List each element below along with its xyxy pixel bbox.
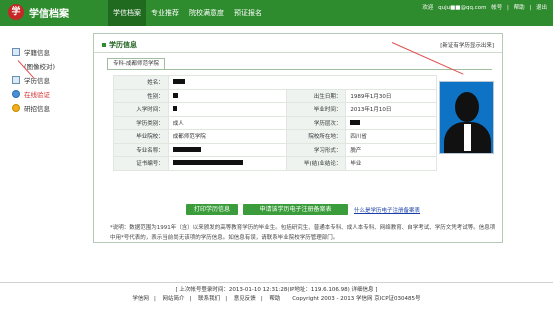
logo[interactable]: 学 学信档案	[8, 4, 69, 20]
nav-yuzheng-baoming[interactable]: 预证报名	[229, 0, 267, 26]
field-label: 出生日期：	[285, 88, 347, 103]
field-value	[167, 142, 287, 157]
sidebar-item-online-verify[interactable]: 在线验证	[12, 87, 87, 101]
field-label: 毕业时间：	[285, 102, 347, 117]
panel-title: 学历信息	[102, 40, 137, 50]
print-education-button[interactable]: 打印学历信息	[186, 204, 238, 215]
redacted-mark	[172, 146, 201, 152]
field-label: 学历层次：	[285, 115, 347, 130]
apply-registration-form-button[interactable]: 申请该学历电子注册备案表	[243, 204, 348, 215]
table-row: 证书编号： 毕(结)业结论： 毕业	[113, 156, 437, 171]
globe-icon	[12, 90, 20, 98]
sidebar-item-label: 研招信息	[24, 105, 50, 113]
username: quju■■@qq.com	[438, 5, 487, 11]
footer-divider	[0, 282, 553, 283]
footer-link-about[interactable]: 网站简介	[163, 296, 185, 302]
main-nav: 学信档案 专业推荐 院校满意度 预证报名	[108, 0, 267, 26]
redacted-mark	[350, 119, 361, 125]
sidebar-subitem-label: (图像校对)	[24, 63, 56, 71]
field-label: 专业名称：	[113, 142, 169, 157]
field-label: 性别：	[113, 88, 169, 103]
tab-divider	[107, 69, 492, 70]
field-value: 四川省	[345, 129, 437, 144]
field-label: 院校所在地：	[285, 129, 347, 144]
help-link[interactable]: 帮助	[514, 5, 525, 11]
table-row: 性别： 出生日期： 1989年1月30日	[113, 88, 437, 103]
footer-link-chsi[interactable]: 学信网	[132, 296, 149, 302]
doc-icon	[12, 76, 20, 84]
last-login-info: [ 上次帐号登录时间：2013-01-10 12:31:28(IP地址：119.…	[175, 287, 378, 293]
footer-link-help[interactable]: 帮助	[269, 296, 280, 302]
field-value: 成都师范学院	[167, 129, 287, 144]
field-label: 学历类别：	[113, 115, 169, 130]
field-value: 成人	[167, 115, 287, 130]
footer-links: 学信网 | 网站简介 | 联系我们 | 意见反馈 | 帮助 Copyright 2003…	[132, 296, 421, 302]
student-photo	[439, 81, 494, 154]
photo-head-shape	[455, 92, 479, 122]
what-is-registration-form-link[interactable]: 什么是学历电子注册备案表	[354, 206, 420, 214]
redacted-mark	[172, 79, 185, 85]
welcome-text: 欢迎	[422, 5, 434, 11]
education-table: 姓名： 性别： 出生日期： 1989年1月30日 入学时间： 毕业时间： 201…	[113, 75, 438, 171]
doc-icon	[12, 48, 20, 56]
gear-icon	[12, 104, 20, 112]
table-row: 姓名：	[113, 75, 438, 90]
account-link[interactable]: 帐号	[491, 5, 502, 11]
field-label: 毕业院校：	[113, 129, 169, 144]
field-label: 入学时间：	[113, 102, 169, 117]
explanation-note: *说明：数据范围为1991年（含）以来颁发的高等教育学历的毕业生。包括研究生、普…	[110, 225, 496, 241]
table-row: 入学时间： 毕业时间： 2013年1月10日	[113, 102, 437, 117]
redacted-mark	[172, 106, 177, 112]
copyright-text: Copyright 2003 - 2013 学信网 京ICP证030485号	[292, 296, 421, 302]
field-value	[345, 115, 437, 130]
logo-icon: 学	[8, 4, 24, 20]
field-label: 姓名：	[113, 75, 169, 90]
sidebar-item-education[interactable]: 学历信息	[12, 73, 87, 87]
nav-yuanxiao-manyidu[interactable]: 院校满意度	[184, 0, 229, 26]
field-value: 毕业	[345, 156, 437, 171]
logo-text: 学信档案	[29, 8, 69, 20]
sidebar-item-graduate-info[interactable]: 研招信息	[12, 101, 87, 115]
sidebar: 学籍信息 (图像校对) 学历信息 在线验证 研招信息	[12, 45, 87, 115]
footer-link-feedback[interactable]: 意见反馈	[234, 296, 256, 302]
logout-link[interactable]: 退出	[536, 5, 547, 11]
field-value	[167, 88, 287, 103]
nav-xuexin-dangan[interactable]: 学信档案	[108, 0, 146, 26]
field-value	[167, 75, 438, 90]
table-row: 专业名称： 学习形式： 脱产	[113, 142, 437, 157]
footer-link-contact[interactable]: 联系我们	[198, 296, 220, 302]
tab-college[interactable]: 专科-成都师范学院	[107, 58, 165, 69]
divider	[94, 52, 502, 53]
table-row: 毕业院校： 成都师范学院 院校所在地： 四川省	[113, 129, 437, 144]
table-row: 学历类别： 成人 学历层次：	[113, 115, 437, 130]
sidebar-item-student-status[interactable]: 学籍信息	[12, 45, 87, 59]
field-value	[167, 156, 287, 171]
top-header: 学 学信档案 学信档案 专业推荐 院校满意度 预证报名 欢迎 quju■■@qq…	[0, 0, 553, 26]
user-bar: 欢迎 quju■■@qq.com 帐号 | 帮助 | 退出	[422, 5, 547, 11]
field-label: 学习形式：	[285, 142, 347, 157]
sidebar-item-label: 学籍信息	[24, 49, 50, 57]
field-value: 2013年1月10日	[345, 102, 437, 117]
panel-note-link[interactable]: [新证有学历显示出来]	[440, 41, 494, 49]
field-value: 脱产	[345, 142, 437, 157]
photo-shirt-shape	[464, 124, 471, 151]
field-label: 证书编号：	[113, 156, 169, 171]
field-label: 毕(结)业结论：	[285, 156, 347, 171]
field-value	[167, 102, 287, 117]
redacted-mark	[172, 92, 178, 98]
redacted-mark	[172, 160, 243, 166]
field-value: 1989年1月30日	[345, 88, 437, 103]
sidebar-item-label: 在线验证	[24, 91, 50, 99]
nav-zhuanye-tuijian[interactable]: 专业推荐	[146, 0, 184, 26]
sidebar-item-label: 学历信息	[24, 77, 50, 85]
